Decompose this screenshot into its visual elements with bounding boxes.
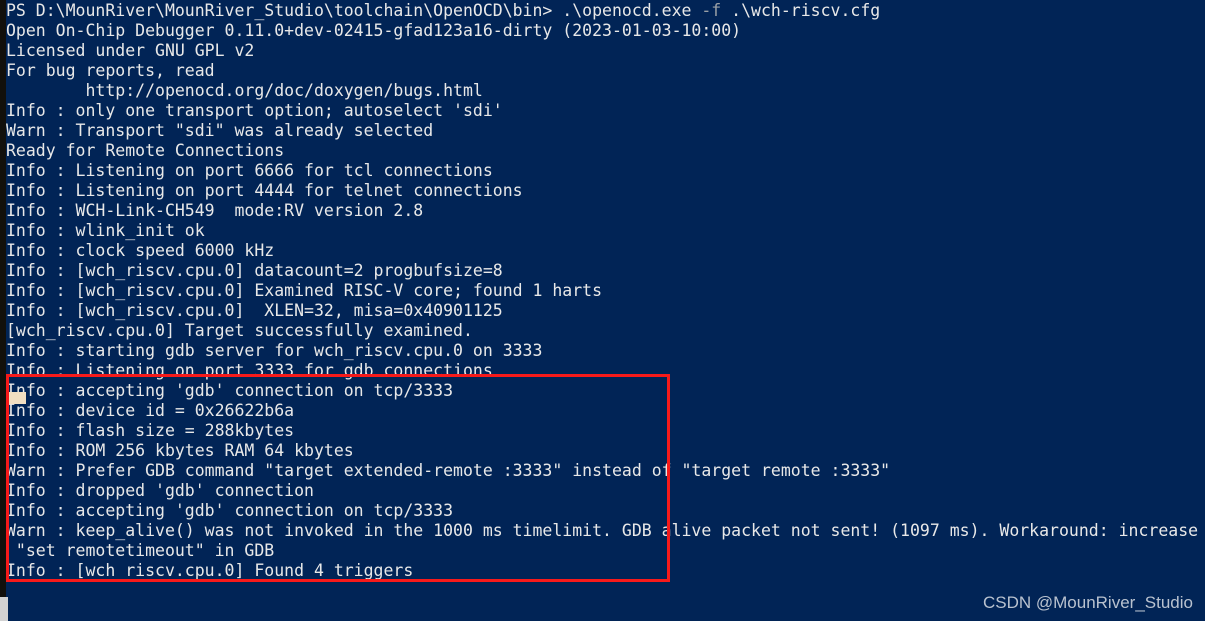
terminal-window: PS D:\MounRiver\MounRiver_Studio\toolcha…: [0, 0, 1205, 621]
console-line: Info : accepting 'gdb' connection on tcp…: [6, 501, 454, 520]
command-text: PS D:\MounRiver\MounRiver_Studio\toolcha…: [6, 1, 702, 20]
window-bottom-left-corner: [0, 597, 8, 621]
console-line: Info : Listening on port 4444 for telnet…: [6, 181, 523, 200]
gutter-cursor-marker: [9, 392, 26, 404]
console-line: Licensed under GNU GPL v2: [6, 41, 255, 60]
console-line: Info : only one transport option; autose…: [6, 101, 503, 120]
console-line: Info : dropped 'gdb' connection: [6, 481, 314, 500]
console-line: Info : WCH-Link-CH549 mode:RV version 2.…: [6, 201, 424, 220]
console-line: Info : device id = 0x26622b6a: [6, 401, 295, 420]
console-line: Info : wlink_init ok: [6, 221, 205, 240]
command-flag: -f: [701, 1, 722, 20]
console-line: Info : Listening on port 6666 for tcl co…: [6, 161, 493, 180]
console-line: Info : [wch_riscv.cpu.0] Examined RISC-V…: [6, 281, 603, 300]
console-line: Info : accepting 'gdb' connection on tcp…: [6, 381, 454, 400]
console-line: Info : flash size = 288kbytes: [6, 421, 295, 440]
console-line: Open On-Chip Debugger 0.11.0+dev-02415-g…: [6, 21, 742, 40]
console-line: Warn : Transport "sdi" was already selec…: [6, 121, 434, 140]
console-line: Ready for Remote Connections: [6, 141, 285, 160]
console-line: Info : [wch_riscv.cpu.0] XLEN=32, misa=0…: [6, 301, 503, 320]
command-text-after: .\wch-riscv.cfg: [721, 1, 881, 20]
console-line: [wch_riscv.cpu.0] Target successfully ex…: [6, 321, 473, 340]
console-line: Info : [wch_riscv.cpu.0] datacount=2 pro…: [6, 261, 503, 280]
console-line: Info : clock speed 6000 kHz: [6, 241, 275, 260]
console-line: Info : starting gdb server for wch_riscv…: [6, 341, 543, 360]
console-line: Warn : Prefer GDB command "target extend…: [6, 461, 891, 480]
console-line: For bug reports, read: [6, 61, 215, 80]
csdn-watermark: CSDN @MounRiver_Studio: [982, 593, 1193, 612]
console-line: "set remotetimeout" in GDB: [6, 541, 275, 560]
console-line-command: PS D:\MounRiver\MounRiver_Studio\toolcha…: [6, 1, 1205, 21]
console-line: http://openocd.org/doc/doxygen/bugs.html: [6, 81, 483, 100]
console-output-area[interactable]: PS D:\MounRiver\MounRiver_Studio\toolcha…: [6, 0, 1205, 597]
console-line: Info : Listening on port 3333 for gdb co…: [6, 361, 493, 380]
console-line: Info : ROM 256 kbytes RAM 64 kbytes: [6, 441, 354, 460]
console-line: Warn : keep_alive() was not invoked in t…: [6, 521, 1199, 540]
console-line: Info : [wch_riscv.cpu.0] Found 4 trigger…: [6, 561, 414, 580]
